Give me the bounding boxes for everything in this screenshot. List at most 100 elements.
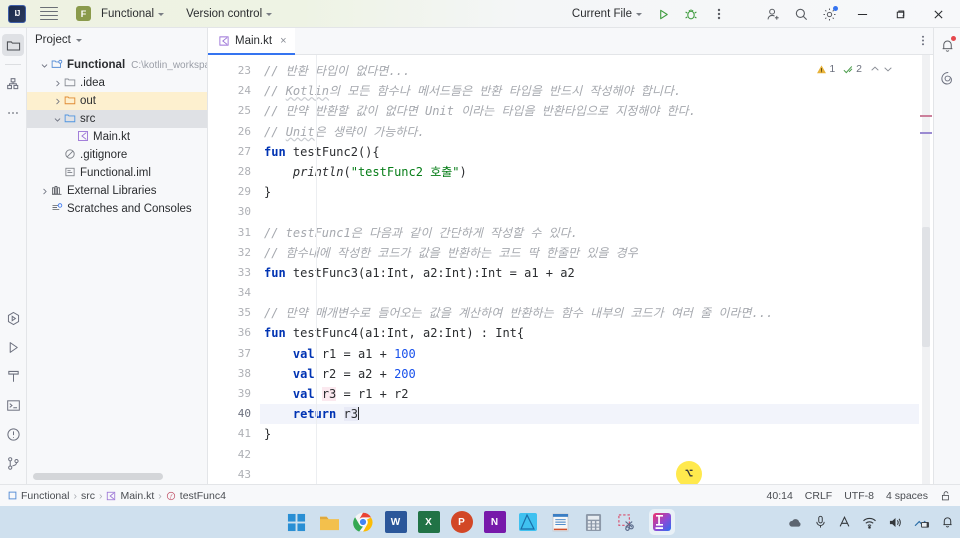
code-line[interactable]: // Unit은 생략이 가능하다. xyxy=(260,122,919,142)
taskbar-notepad[interactable] xyxy=(550,511,572,533)
run-configuration-selector[interactable]: Current File xyxy=(566,5,648,23)
network-battery-icon[interactable] xyxy=(914,516,930,529)
code-line[interactable]: // Kotlin의 모든 함수나 메서드들은 반환 타입을 반드시 작성해야 … xyxy=(260,81,919,101)
tree-item-functional-iml[interactable]: Functional.iml xyxy=(27,164,207,182)
volume-icon[interactable] xyxy=(888,516,903,529)
tree-expander[interactable] xyxy=(50,115,64,124)
taskbar-microsoft-powerpoint[interactable]: P xyxy=(450,511,473,533)
tree-expander[interactable] xyxy=(50,79,64,88)
code-line[interactable]: fun testFunc4(a1:Int, a2:Int) : Int{ xyxy=(260,323,919,343)
project-panel-hscrollbar[interactable] xyxy=(27,470,207,484)
sidebar-item-services[interactable] xyxy=(2,307,24,329)
tree-item-idea[interactable]: .idea xyxy=(27,74,207,92)
scrollbar-thumb[interactable] xyxy=(33,473,163,480)
code-line[interactable] xyxy=(260,445,919,465)
gear-icon[interactable] xyxy=(816,3,842,25)
inspection-widget[interactable]: 1 2 xyxy=(816,63,893,75)
microphone-icon[interactable] xyxy=(814,515,827,529)
tree-item-functional[interactable]: Functional C:\kotlin_workspace xyxy=(27,56,207,74)
code-line[interactable]: } xyxy=(260,424,919,444)
tree-expander[interactable] xyxy=(37,187,51,196)
wifi-icon[interactable] xyxy=(862,516,877,529)
tree-item-scratches-and-consoles[interactable]: Scratches and Consoles xyxy=(27,200,207,218)
notifications-bell-icon[interactable] xyxy=(936,34,958,56)
warning-count-group[interactable]: 1 xyxy=(816,63,835,75)
breadcrumb-item-functional[interactable]: Functional xyxy=(8,490,69,502)
tree-item-src[interactable]: src xyxy=(27,110,207,128)
more-horizontal-icon[interactable] xyxy=(2,102,24,124)
code-line[interactable] xyxy=(260,465,919,484)
taskbar-microsoft-excel[interactable]: X xyxy=(417,511,440,533)
sidebar-item-problems[interactable] xyxy=(2,423,24,445)
breadcrumb[interactable]: Functional › src › Main.kt › f testFunc4 xyxy=(8,490,226,502)
sidebar-item-git[interactable] xyxy=(2,452,24,474)
taskbar-file-explorer[interactable] xyxy=(319,511,341,533)
code-line[interactable]: // 만약 매개변수로 들어오는 값을 계산하여 반환하는 함수 내부의 코드가… xyxy=(260,303,919,323)
code-line[interactable] xyxy=(260,283,919,303)
scrollbar-thumb[interactable] xyxy=(922,227,930,347)
taskbar-affinity-designer[interactable] xyxy=(517,511,539,533)
taskbar-start-button[interactable] xyxy=(286,511,308,533)
taskbar-google-chrome[interactable] xyxy=(352,511,374,533)
code-line[interactable]: println("testFunc2 호출") xyxy=(260,162,919,182)
chevron-down-icon[interactable] xyxy=(75,39,82,42)
code-line[interactable]: // 함수내에 작성한 코드가 값을 반환하는 코드 딱 한줄만 있을 경우 xyxy=(260,243,919,263)
code-line[interactable]: // testFunc1은 다음과 같이 간단하게 작성할 수 있다. xyxy=(260,223,919,243)
tree-item-main-kt[interactable]: Main.kt xyxy=(27,128,207,146)
ai-assistant-icon[interactable] xyxy=(936,67,958,89)
sidebar-item-project[interactable] xyxy=(2,34,24,56)
taskbar-calculator[interactable] xyxy=(583,511,605,533)
code-line[interactable] xyxy=(260,202,919,222)
tree-expander[interactable] xyxy=(37,61,51,70)
notification-bell-icon[interactable] xyxy=(941,515,954,529)
tree-item-gitignore[interactable]: .gitignore xyxy=(27,146,207,164)
ime-language-icon[interactable] xyxy=(838,515,851,529)
more-vertical-icon[interactable] xyxy=(921,34,925,49)
code-line[interactable]: fun testFunc3(a1:Int, a2:Int):Int = a1 +… xyxy=(260,263,919,283)
search-icon[interactable] xyxy=(788,3,814,25)
tree-item-external-libraries[interactable]: External Libraries xyxy=(27,182,207,200)
code-line[interactable]: return r3 xyxy=(260,404,919,425)
chevron-down-icon[interactable] xyxy=(883,64,893,74)
code-line[interactable]: val r3 = r1 + r2 xyxy=(260,384,919,404)
code-viewport[interactable]: 23 24 25 26 27 28 29 30 31 32 33 34 35 36 37 38 39 40 41 42… xyxy=(208,55,933,484)
code-line[interactable]: } xyxy=(260,182,919,202)
tab-main-kt[interactable]: Main.kt × xyxy=(208,27,295,55)
close-icon[interactable]: × xyxy=(280,35,286,47)
close-icon[interactable] xyxy=(920,0,956,28)
run-icon[interactable] xyxy=(650,3,676,25)
line-separator[interactable]: CRLF xyxy=(805,490,832,502)
minimize-icon[interactable] xyxy=(844,0,880,28)
code-line[interactable]: fun testFunc2(){ xyxy=(260,142,919,162)
editor-scrollbar[interactable] xyxy=(919,55,933,484)
unlocked-icon[interactable] xyxy=(940,490,952,502)
sidebar-item-build[interactable] xyxy=(2,365,24,387)
taskbar-intellij-idea[interactable] xyxy=(648,509,675,535)
chevron-up-icon[interactable] xyxy=(870,64,880,74)
debug-icon[interactable] xyxy=(678,3,704,25)
code-line[interactable]: val r1 = a1 + 100 xyxy=(260,344,919,364)
add-user-icon[interactable] xyxy=(760,3,786,25)
project-file-tree[interactable]: Functional C:\kotlin_workspace .idea out src… xyxy=(27,52,207,470)
tree-item-out[interactable]: out xyxy=(27,92,207,110)
version-control-button[interactable]: Version control xyxy=(180,5,278,23)
code-text[interactable]: // 반환 타입이 없다면...// Kotlin의 모든 함수나 메서드들은 … xyxy=(260,55,919,484)
sidebar-item-structure[interactable] xyxy=(2,73,24,95)
cloud-sync-icon[interactable] xyxy=(788,516,803,529)
ok-count-group[interactable]: 2 xyxy=(842,63,862,75)
code-line[interactable]: // 만약 반환할 값이 없다면 Unit 이라는 타입을 반환타입으로 지정해… xyxy=(260,101,919,121)
breadcrumb-item-main-kt[interactable]: Main.kt xyxy=(106,490,154,502)
hamburger-menu-icon[interactable] xyxy=(40,6,58,21)
code-line[interactable]: val r2 = a2 + 200 xyxy=(260,364,919,384)
more-vertical-icon[interactable] xyxy=(706,3,732,25)
sidebar-item-run[interactable] xyxy=(2,336,24,358)
maximize-icon[interactable] xyxy=(882,0,918,28)
tree-expander[interactable] xyxy=(50,97,64,106)
file-encoding[interactable]: UTF-8 xyxy=(844,490,874,502)
taskbar-microsoft-word[interactable]: W xyxy=(384,511,407,533)
indent-setting[interactable]: 4 spaces xyxy=(886,490,928,502)
sidebar-item-terminal[interactable] xyxy=(2,394,24,416)
project-name-button[interactable]: Functional xyxy=(95,5,170,23)
breadcrumb-item-src[interactable]: src xyxy=(81,490,95,502)
taskbar-microsoft-onenote[interactable]: N xyxy=(483,511,506,533)
